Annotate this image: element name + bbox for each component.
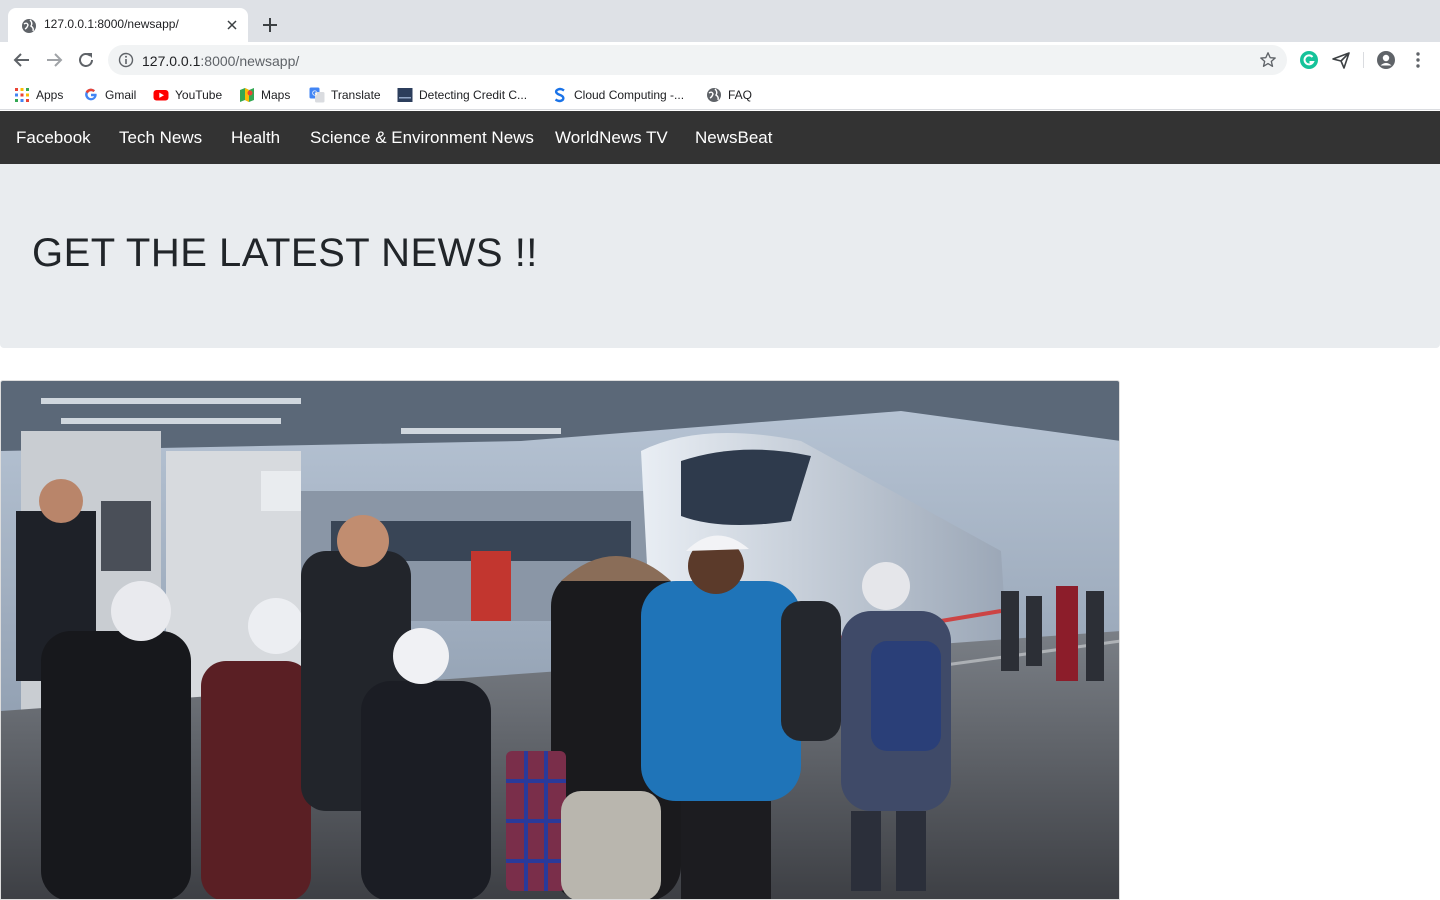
apps-grid-icon — [15, 88, 29, 102]
nav-link-tech-news[interactable]: Tech News — [119, 128, 202, 148]
svg-text:G: G — [312, 91, 317, 98]
browser-tab-strip: 127.0.0.1:8000/newsapp/ — [0, 0, 1440, 42]
tab-title: 127.0.0.1:8000/newsapp/ — [44, 17, 179, 31]
profile-avatar-icon[interactable] — [1376, 50, 1396, 70]
maps-icon — [240, 88, 254, 102]
browser-tab[interactable]: 127.0.0.1:8000/newsapp/ — [8, 8, 248, 42]
nav-link-worldnews-tv[interactable]: WorldNews TV — [555, 128, 668, 148]
bookmark-faq[interactable]: FAQ — [706, 86, 752, 104]
translate-icon: G — [309, 87, 325, 103]
bookmark-cloud-computing[interactable]: Cloud Computing -... — [552, 86, 684, 104]
url-text: 127.0.0.1:8000/newsapp/ — [142, 53, 299, 69]
site-navbar: Facebook Tech News Health Science & Envi… — [0, 111, 1440, 164]
close-icon[interactable] — [224, 17, 240, 33]
reload-icon[interactable] — [76, 50, 96, 70]
page-headline: GET THE LATEST NEWS !! — [32, 231, 538, 275]
new-tab-plus-icon[interactable] — [260, 15, 280, 35]
nav-link-health[interactable]: Health — [231, 128, 280, 148]
bookmark-label: Translate — [331, 88, 381, 102]
info-icon[interactable] — [118, 52, 134, 68]
youtube-icon — [153, 90, 169, 101]
hero-banner: GET THE LATEST NEWS !! — [0, 164, 1440, 348]
bookmark-label: Apps — [36, 88, 64, 102]
toolbar-divider — [1363, 52, 1364, 68]
bookmark-youtube[interactable]: YouTube — [153, 86, 222, 104]
bookmark-translate[interactable]: G Translate — [309, 86, 381, 104]
bookmarks-bar: Apps Gmail YouTube Maps G Translate Dete… — [0, 78, 1440, 110]
train-station-photo — [1, 381, 1119, 899]
bookmark-label: Cloud Computing -... — [574, 88, 685, 102]
s-logo-icon — [554, 87, 565, 103]
send-extension-icon[interactable] — [1331, 50, 1351, 70]
page-thumbnail-icon — [397, 88, 413, 102]
bookmark-maps[interactable]: Maps — [239, 86, 290, 104]
google-icon — [85, 88, 97, 101]
bookmark-label: Maps — [261, 88, 291, 102]
bookmark-gmail[interactable]: Gmail — [83, 86, 136, 104]
featured-news-image — [0, 380, 1120, 900]
nav-link-facebook[interactable]: Facebook — [16, 128, 91, 148]
globe-icon — [707, 88, 721, 102]
bookmark-label: FAQ — [728, 88, 753, 102]
nav-link-newsbeat[interactable]: NewsBeat — [695, 128, 772, 148]
back-arrow-icon[interactable] — [12, 50, 32, 70]
address-bar[interactable]: 127.0.0.1:8000/newsapp/ — [108, 45, 1287, 75]
forward-arrow-icon[interactable] — [44, 50, 64, 70]
bookmark-detecting-credit[interactable]: Detecting Credit C... — [397, 86, 527, 104]
grammarly-extension-icon[interactable] — [1299, 50, 1319, 70]
globe-icon — [22, 19, 36, 33]
bookmark-label: Gmail — [105, 88, 137, 102]
bookmark-apps[interactable]: Apps — [14, 86, 63, 104]
bookmark-label: Detecting Credit C... — [419, 88, 528, 102]
url-path: :8000/newsapp/ — [200, 53, 300, 69]
more-menu-icon[interactable] — [1408, 50, 1428, 70]
bookmark-label: YouTube — [175, 88, 223, 102]
bookmark-star-icon[interactable] — [1259, 51, 1277, 69]
url-host: 127.0.0.1 — [142, 53, 201, 69]
browser-toolbar: 127.0.0.1:8000/newsapp/ — [0, 42, 1440, 78]
nav-link-science-environment[interactable]: Science & Environment News — [310, 128, 534, 148]
